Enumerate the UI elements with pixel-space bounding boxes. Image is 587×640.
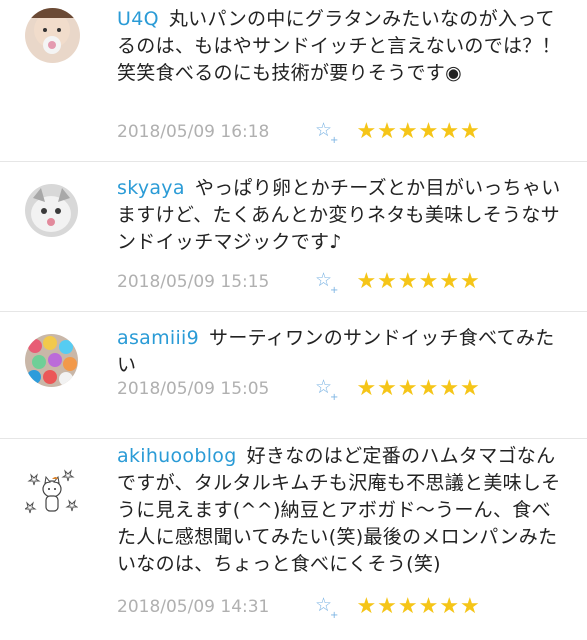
comment-body: 丸いパンの中にグラタンみたいなのが入ってるのは、もはやサンドイッチと言えないので… [117, 8, 561, 84]
add-star-plus: + [330, 284, 339, 296]
star-rating: ★★★★★★ [356, 376, 481, 401]
add-star-icon[interactable]: ☆+ [315, 376, 340, 403]
star-rating: ★★★★★★ [356, 119, 481, 144]
avatar[interactable] [25, 467, 78, 520]
add-star-plus: + [330, 134, 339, 146]
comment-item: U4Q 丸いパンの中にグラタンみたいなのが入ってるのは、もはやサンドイッチと言えな… [0, 0, 587, 162]
comment-date: 2018/05/09 15:15 [117, 271, 270, 292]
comment-item: akihuooblog 好きなのはど定番のハムタマゴなんですが、タルタルキムチも沢… [0, 439, 587, 640]
star-rating: ★★★★★★ [356, 269, 481, 294]
comment-meta: 2018/05/09 15:05 ☆+ ★★★★★★ [117, 376, 481, 403]
add-star-plus: + [330, 391, 339, 403]
avatar[interactable] [25, 334, 78, 387]
comment-date: 2018/05/09 15:05 [117, 378, 270, 399]
comment-meta: 2018/05/09 15:15 ☆+ ★★★★★★ [117, 269, 481, 296]
avatar[interactable] [25, 184, 78, 237]
comment-date: 2018/05/09 14:31 [117, 596, 270, 617]
add-star-icon[interactable]: ☆+ [315, 269, 340, 296]
add-star-icon[interactable]: ☆+ [315, 119, 340, 146]
comment-text: akihuooblog 好きなのはど定番のハムタマゴなんですが、タルタルキムチも沢… [117, 443, 569, 578]
comment-meta: 2018/05/09 14:31 ☆+ ★★★★★★ [117, 594, 481, 621]
comment-item: skyaya やっぱり卵とかチーズとか目がいっちゃいますけど、たくあんとか変りネタ… [0, 162, 587, 312]
comment-username[interactable]: asamiii9 [117, 327, 199, 349]
add-star-plus: + [330, 609, 339, 621]
comment-username[interactable]: akihuooblog [117, 445, 237, 467]
comment-text: U4Q 丸いパンの中にグラタンみたいなのが入ってるのは、もはやサンドイッチと言えな… [117, 6, 569, 87]
comment-meta: 2018/05/09 16:18 ☆+ ★★★★★★ [117, 119, 481, 146]
comment-text: asamiii9 サーティワンのサンドイッチ食べてみたい [117, 325, 569, 379]
avatar[interactable] [25, 8, 80, 63]
comment-username[interactable]: U4Q [117, 8, 159, 30]
comment-item: asamiii9 サーティワンのサンドイッチ食べてみたい 2018/05/09 1… [0, 312, 587, 439]
comment-text: skyaya やっぱり卵とかチーズとか目がいっちゃいますけど、たくあんとか変りネタ… [117, 175, 569, 256]
comment-date: 2018/05/09 16:18 [117, 121, 270, 142]
add-star-icon[interactable]: ☆+ [315, 594, 340, 621]
comment-username[interactable]: skyaya [117, 177, 185, 199]
star-rating: ★★★★★★ [356, 594, 481, 619]
